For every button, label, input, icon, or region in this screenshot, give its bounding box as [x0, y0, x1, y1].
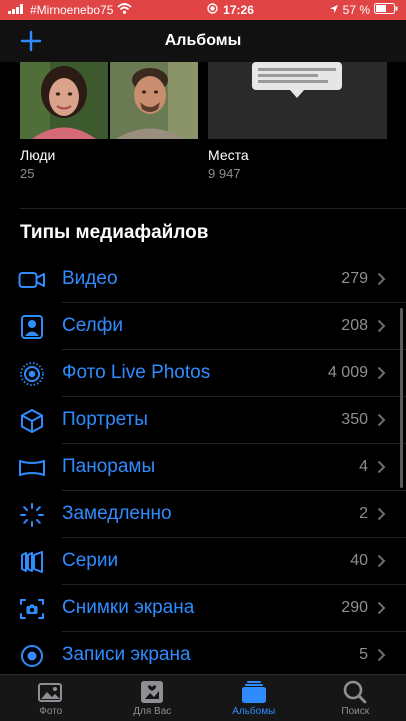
- status-right: 57 %: [329, 3, 398, 17]
- media-row-label: Записи экрана: [62, 644, 191, 666]
- chevron-right-icon: [377, 554, 386, 568]
- battery-icon: [374, 3, 398, 17]
- location-arrow-icon: [329, 3, 339, 17]
- portrait-cube-icon: [18, 408, 46, 434]
- panorama-icon: [18, 455, 46, 481]
- status-bar: #Mirnoenebo75 17:26 57 %: [0, 0, 406, 20]
- chevron-right-icon: [377, 366, 386, 380]
- chevron-right-icon: [377, 460, 386, 474]
- tab-label: Для Вас: [133, 706, 171, 717]
- media-row-selfie[interactable]: Селфи 208: [0, 303, 406, 350]
- media-row-label: Замедленно: [62, 503, 172, 525]
- media-row-label: Серии: [62, 550, 118, 572]
- tab-label: Поиск: [341, 706, 369, 717]
- tab-search[interactable]: Поиск: [305, 675, 406, 721]
- signal-icon: [8, 3, 26, 17]
- search-icon: [340, 679, 370, 705]
- scroll-indicator[interactable]: [400, 308, 403, 488]
- tab-label: Фото: [39, 706, 62, 717]
- chevron-right-icon: [377, 601, 386, 615]
- media-row-count: 350: [341, 411, 368, 429]
- tab-label: Альбомы: [232, 706, 275, 717]
- media-row-live-photos[interactable]: Фото Live Photos 4 009: [0, 350, 406, 397]
- chevron-right-icon: [377, 413, 386, 427]
- media-row-label: Видео: [62, 268, 118, 290]
- media-row-screen-recordings[interactable]: Записи экрана 5: [0, 632, 406, 674]
- photo-icon: [36, 679, 66, 705]
- chevron-right-icon: [377, 319, 386, 333]
- plus-icon[interactable]: [16, 26, 46, 56]
- slo-mo-icon: [18, 502, 46, 528]
- carrier-name: #Mirnoenebo75: [30, 3, 113, 17]
- media-row-count: 5: [359, 646, 368, 664]
- status-center: 17:26: [207, 3, 254, 17]
- page-title: Альбомы: [165, 32, 242, 50]
- nav-bar: Альбомы: [0, 20, 406, 62]
- chevron-right-icon: [377, 648, 386, 662]
- media-row-slo-mo[interactable]: Замедленно 2: [0, 491, 406, 538]
- album-people-label[interactable]: Люди: [20, 147, 55, 163]
- tab-albums[interactable]: Альбомы: [203, 675, 305, 721]
- chevron-right-icon: [377, 272, 386, 286]
- albums-content: Люди 25 Места 9 947 Типы медиафайлов Вид…: [0, 62, 406, 674]
- chevron-right-icon: [377, 507, 386, 521]
- media-row-count: 279: [341, 270, 368, 288]
- live-photo-icon: [18, 361, 46, 387]
- album-people-count: 25: [20, 166, 34, 181]
- media-row-panoramas[interactable]: Панорамы 4: [0, 444, 406, 491]
- media-row-label: Панорамы: [62, 456, 155, 478]
- burst-icon: [18, 549, 46, 575]
- section-divider: [20, 208, 406, 209]
- for-you-icon: [137, 679, 167, 705]
- albums-icon: [239, 679, 269, 705]
- media-row-count: 290: [341, 599, 368, 617]
- video-icon: [18, 267, 46, 293]
- media-row-count: 4 009: [328, 364, 368, 382]
- battery-percent: 57 %: [343, 3, 370, 17]
- tab-bar: Фото Для Вас Альбомы Поиск: [0, 674, 406, 721]
- screen-recording-icon: [18, 643, 46, 669]
- tab-photos[interactable]: Фото: [0, 675, 102, 721]
- media-row-label: Портреты: [62, 409, 148, 431]
- media-row-count: 208: [341, 317, 368, 335]
- screenshot-icon: [18, 596, 46, 622]
- media-row-label: Снимки экрана: [62, 597, 194, 619]
- media-row-label: Фото Live Photos: [62, 362, 210, 384]
- people-thumb-1[interactable]: [20, 62, 108, 139]
- clock: 17:26: [223, 3, 254, 17]
- media-row-portraits[interactable]: Портреты 350: [0, 397, 406, 444]
- status-left: #Mirnoenebo75: [8, 3, 132, 17]
- recording-icon: [207, 3, 218, 17]
- media-row-video[interactable]: Видео 279: [0, 256, 406, 303]
- album-places-label[interactable]: Места: [208, 147, 249, 163]
- media-row-label: Селфи: [62, 315, 123, 337]
- media-row-bursts[interactable]: Серии 40: [0, 538, 406, 585]
- media-row-screenshots[interactable]: Снимки экрана 290: [0, 585, 406, 632]
- places-map-thumb[interactable]: [208, 62, 387, 139]
- selfie-icon: [18, 314, 46, 340]
- tab-for-you[interactable]: Для Вас: [102, 675, 204, 721]
- media-row-count: 2: [359, 505, 368, 523]
- people-thumb-2[interactable]: [110, 62, 198, 139]
- media-types-heading: Типы медиафайлов: [20, 222, 208, 244]
- album-places-count: 9 947: [208, 166, 241, 181]
- wifi-icon: [117, 3, 132, 17]
- media-row-count: 4: [359, 458, 368, 476]
- media-row-count: 40: [350, 552, 368, 570]
